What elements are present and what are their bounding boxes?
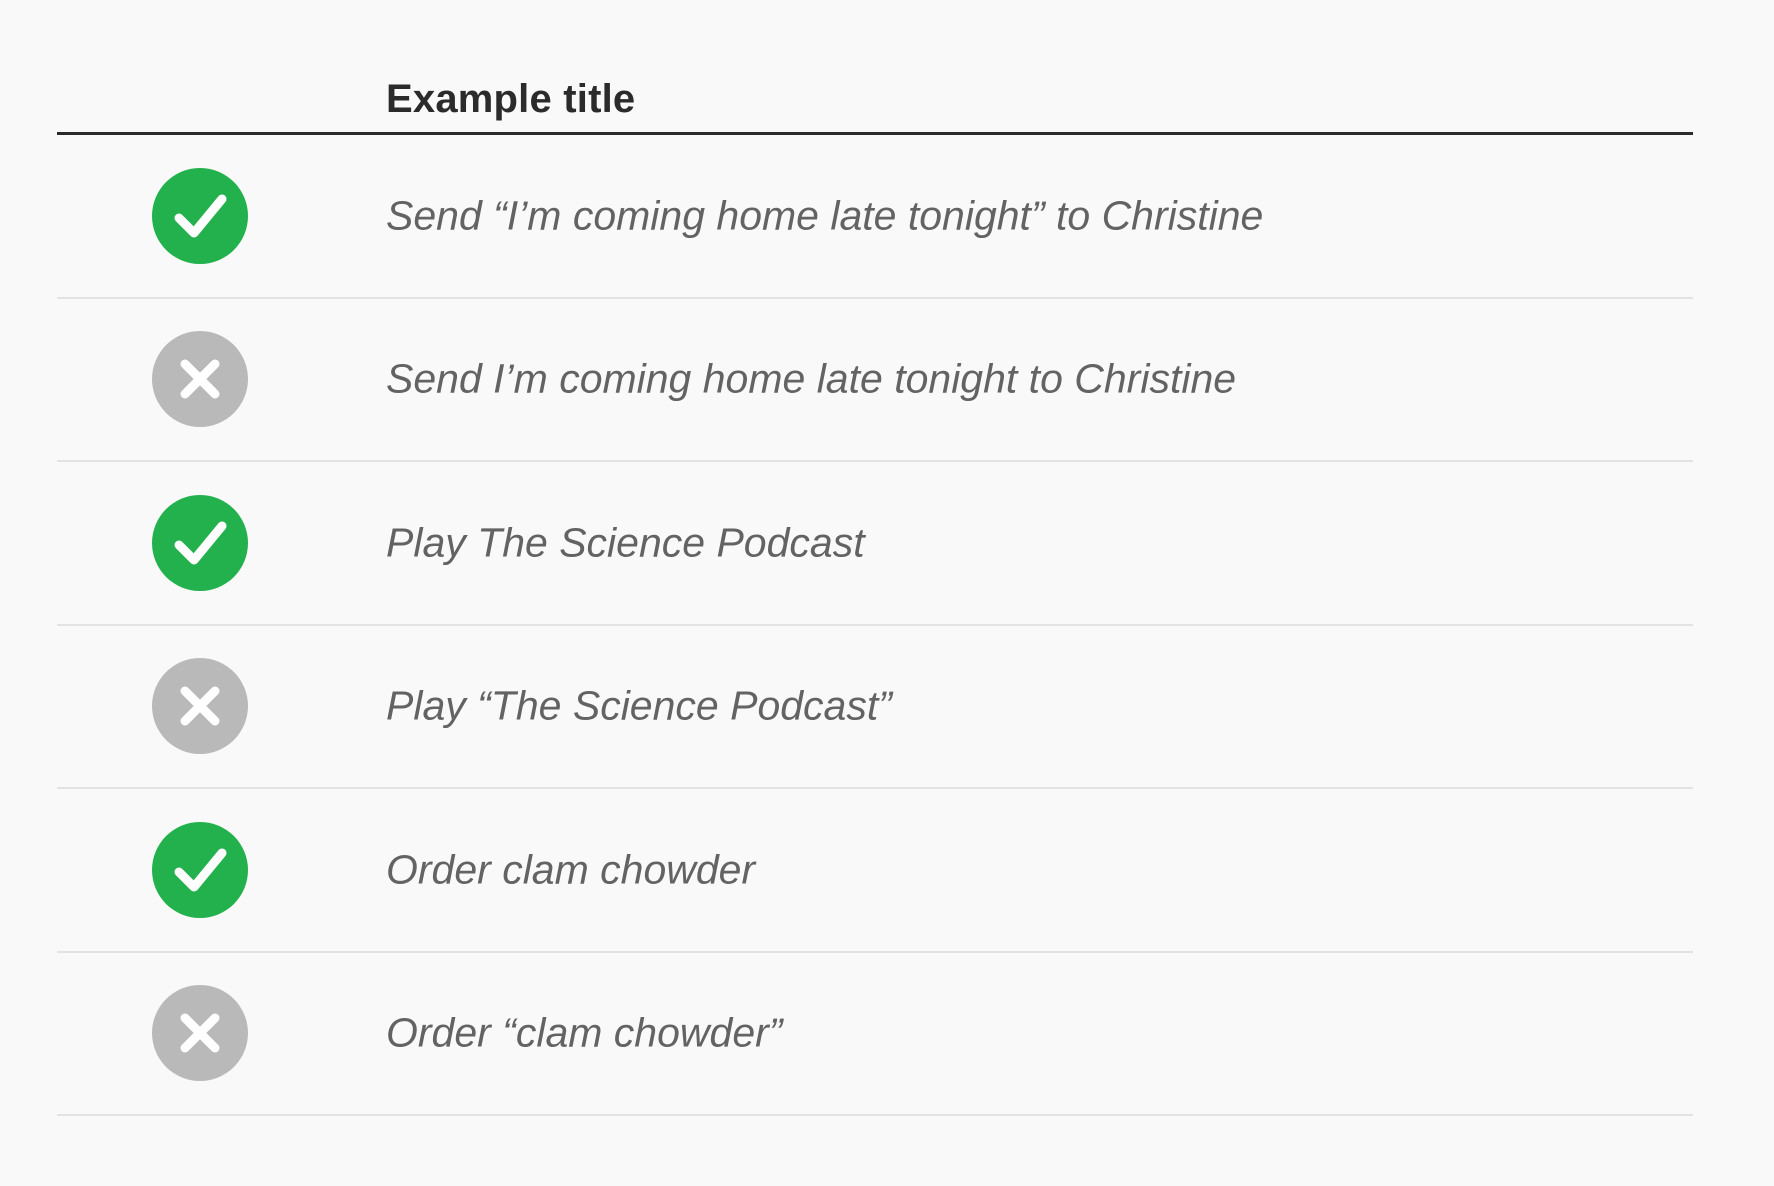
example-table: Example title Send “I’m coming home late… (57, 0, 1693, 1116)
row-text: Order clam chowder (386, 846, 756, 893)
row-text: Send “I’m coming home late tonight” to C… (386, 192, 1264, 239)
table-row: Play “The Science Podcast” (57, 626, 1693, 789)
checkmark-icon (152, 494, 248, 591)
table-row: Order clam chowder (57, 789, 1693, 953)
table-row: Send “I’m coming home late tonight” to C… (57, 135, 1693, 299)
x-mark-icon (152, 985, 248, 1082)
row-text: Play “The Science Podcast” (386, 682, 892, 729)
x-mark-icon (152, 331, 248, 428)
checkmark-icon (152, 821, 248, 918)
row-text: Play The Science Podcast (386, 519, 865, 566)
x-mark-icon (152, 658, 248, 755)
table-header: Example title (57, 0, 1693, 135)
table-row: Play The Science Podcast (57, 462, 1693, 626)
table-row: Order “clam chowder” (57, 953, 1693, 1116)
table-row: Send I’m coming home late tonight to Chr… (57, 299, 1693, 462)
checkmark-icon (152, 167, 248, 264)
header-title: Example title (386, 77, 636, 121)
row-text: Send I’m coming home late tonight to Chr… (386, 355, 1237, 402)
row-text: Order “clam chowder” (386, 1009, 783, 1056)
